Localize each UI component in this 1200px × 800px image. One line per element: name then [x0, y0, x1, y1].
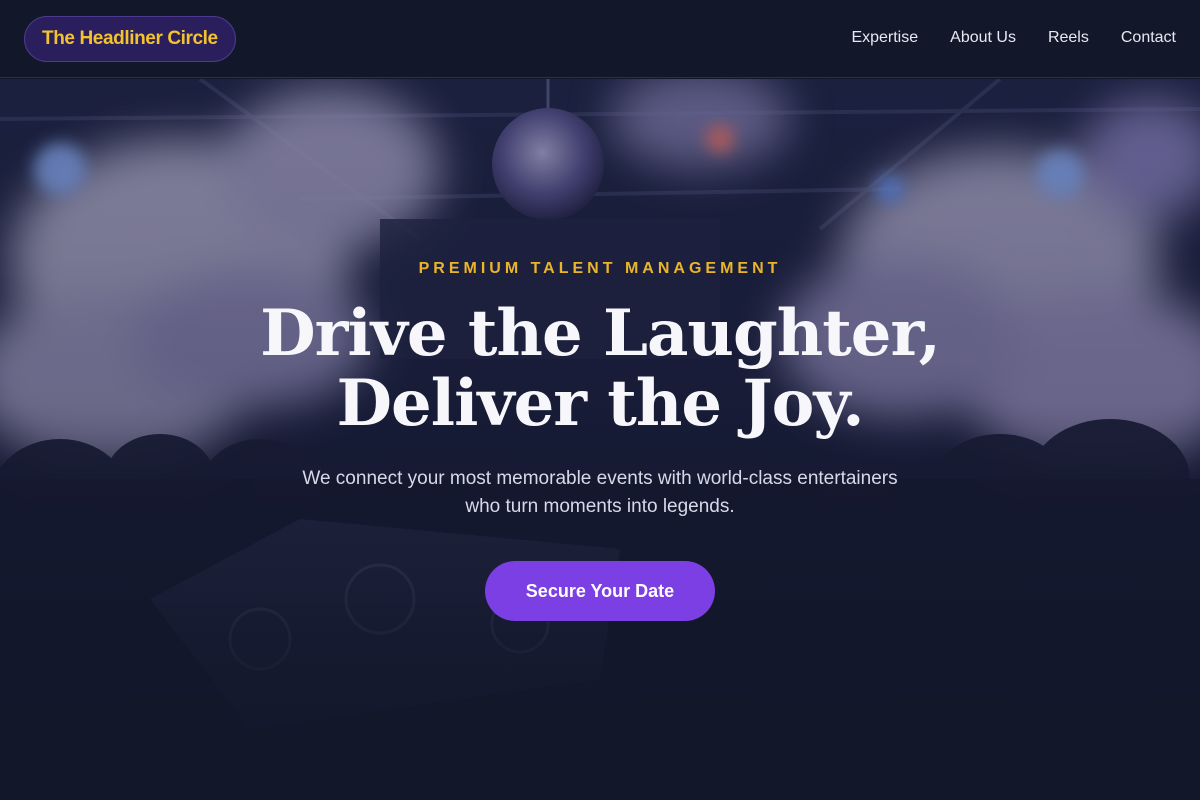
hero-eyebrow: PREMIUM TALENT MANAGEMENT	[418, 260, 782, 277]
hero-headline: Drive the Laughter, Deliver the Joy.	[0, 299, 1200, 439]
secure-your-date-button[interactable]: Secure Your Date	[485, 561, 715, 621]
site-header: The Headliner Circle Expertise About Us …	[0, 0, 1200, 78]
hero-section: PREMIUM TALENT MANAGEMENT Drive the Laug…	[0, 79, 1200, 800]
nav-item-contact[interactable]: Contact	[1121, 29, 1176, 47]
hero-headline-line-2: Deliver the Joy.	[336, 366, 865, 441]
nav-item-expertise[interactable]: Expertise	[851, 29, 918, 47]
main-nav: Expertise About Us Reels Contact	[819, 29, 1176, 47]
hero-subtext: We connect your most memorable events wi…	[302, 468, 898, 517]
nav-item-reels[interactable]: Reels	[1048, 29, 1089, 47]
hero-headline-line-1: Drive the Laughter,	[260, 296, 941, 371]
nav-item-about-us[interactable]: About Us	[950, 29, 1016, 47]
brand-logo[interactable]: The Headliner Circle	[24, 16, 236, 62]
